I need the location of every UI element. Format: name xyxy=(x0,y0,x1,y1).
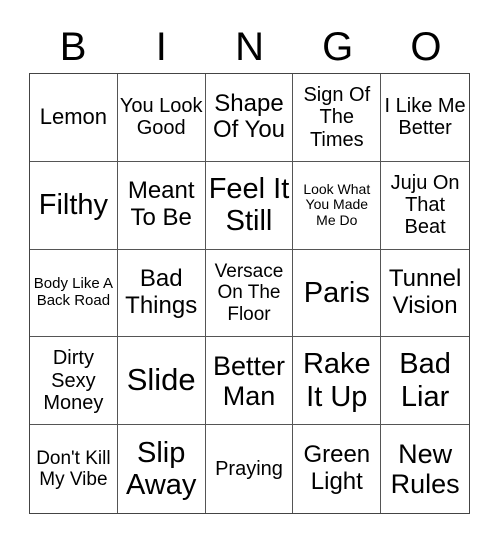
header-letter-i: I xyxy=(155,25,167,69)
bingo-cell[interactable]: Filthy xyxy=(30,161,118,250)
bingo-cell[interactable]: I Like Me Better xyxy=(381,74,469,162)
bingo-cell[interactable]: Tunnel Vision xyxy=(381,250,469,338)
bingo-cell[interactable]: New Rules xyxy=(381,425,469,513)
bingo-cell[interactable]: Don't Kill My Vibe xyxy=(30,425,118,513)
bingo-header: B I N G O xyxy=(29,22,470,72)
bingo-cell[interactable]: Bad Liar xyxy=(381,337,469,426)
bingo-cell[interactable]: Slip Away xyxy=(118,425,206,513)
bingo-cell[interactable]: Feel It Still xyxy=(205,161,294,250)
bingo-cell[interactable]: You Look Good xyxy=(117,74,206,162)
bingo-cell[interactable]: Body Like A Back Road xyxy=(30,249,118,338)
bingo-cell[interactable]: Better Man xyxy=(205,337,294,426)
bingo-cell[interactable]: Meant To Be xyxy=(117,161,206,250)
bingo-cell[interactable]: Lemon xyxy=(30,74,118,162)
bingo-cell[interactable]: Shape Of You xyxy=(205,74,294,162)
bingo-cell[interactable]: Sign Of The Times xyxy=(293,74,382,162)
bingo-cell[interactable]: Versace On The Floor xyxy=(205,249,294,338)
header-letter-o: O xyxy=(410,25,442,69)
bingo-cell[interactable]: Praying xyxy=(206,425,294,513)
header-letter-g: G xyxy=(322,25,354,69)
bingo-cell[interactable]: Juju On That Beat xyxy=(381,162,469,250)
bingo-cell[interactable]: Slide xyxy=(117,337,206,426)
bingo-cell[interactable]: Green Light xyxy=(293,425,382,513)
bingo-cell[interactable]: Bad Things xyxy=(117,249,206,338)
bingo-cell[interactable]: Rake It Up xyxy=(293,337,382,426)
bingo-grid: Lemon You Look Good Shape Of You Sign Of… xyxy=(29,73,470,514)
bingo-cell[interactable]: Paris xyxy=(293,249,382,338)
bingo-cell[interactable]: Look What You Made Me Do xyxy=(293,161,382,250)
bingo-cell[interactable]: Dirty Sexy Money xyxy=(30,337,118,426)
header-letter-n: N xyxy=(235,25,264,69)
header-letter-b: B xyxy=(59,25,87,69)
